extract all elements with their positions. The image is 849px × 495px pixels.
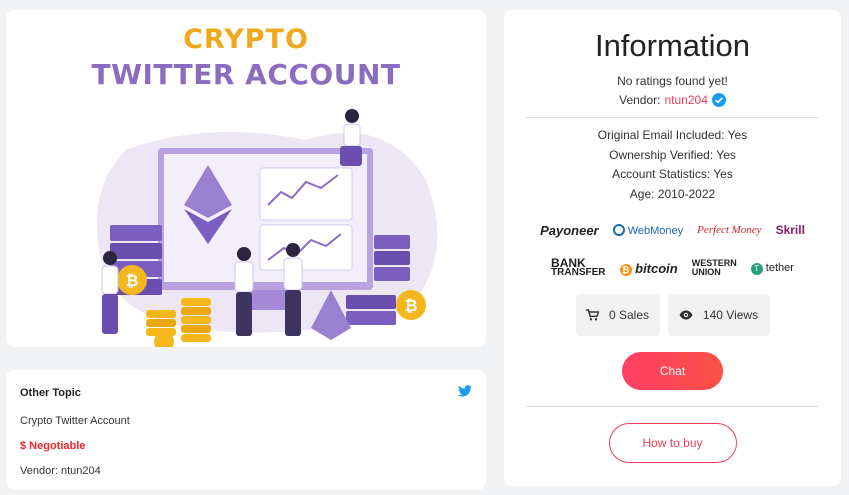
vendor-row: Vendor: ntun204 — [504, 93, 841, 107]
svg-text:₿: ₿ — [125, 271, 138, 290]
topic-title: Crypto Twitter Account — [20, 415, 130, 427]
payoneer-logo: Payoneer — [540, 222, 599, 238]
verified-badge-icon — [711, 93, 726, 107]
attribute-item: Age: 2010-2022 — [629, 186, 716, 201]
chat-button[interactable]: Chat — [622, 352, 723, 391]
tether-icon: T — [750, 262, 763, 275]
topic-card: Other Topic Crypto Twitter Account $ Neg… — [6, 370, 486, 490]
attribute-list: Original Email Included: Yes Ownership V… — [504, 126, 841, 204]
webmoney-logo: WebMoney — [612, 223, 683, 237]
topic-vendor: Vendor: ntun204 — [20, 465, 101, 477]
webmoney-icon — [612, 223, 625, 236]
cart-icon — [585, 309, 599, 321]
topic-category: Other Topic — [20, 387, 81, 399]
eye-icon — [679, 310, 693, 320]
bank-transfer-logo: BANK TRANSFER — [551, 256, 606, 279]
banner-title-crypto: CRYPTO — [183, 24, 309, 55]
sales-count: 0 Sales — [608, 308, 650, 323]
information-panel: Information No ratings found yet! Vendor… — [504, 10, 841, 486]
bitcoin-icon: ₿ — [619, 263, 632, 276]
how-to-buy-button[interactable]: How to buy — [608, 423, 737, 464]
information-heading: Information — [594, 28, 751, 63]
product-banner: CRYPTO TWITTER ACCOUNT ₿ ₿ — [6, 10, 486, 347]
sales-stat: 0 Sales — [575, 294, 660, 337]
bitcoin-logo: ₿ bitcoin — [619, 261, 678, 276]
perfect-money-logo: Perfect Money — [697, 224, 762, 237]
crypto-illustration: ₿ ₿ — [96, 109, 438, 347]
attribute-item: Ownership Verified: Yes — [609, 147, 736, 162]
divider — [526, 117, 819, 118]
views-count: 140 Views — [702, 308, 759, 323]
divider — [526, 406, 819, 408]
vendor-label: Vendor: — [619, 93, 661, 107]
twitter-icon[interactable] — [458, 384, 472, 402]
payment-methods: Payoneer WebMoney Perfect Money Skrill B… — [504, 218, 841, 280]
topic-price: $ Negotiable — [20, 440, 86, 452]
ratings-text: No ratings found yet! — [617, 74, 728, 88]
tether-logo: T tether — [750, 262, 794, 275]
attribute-item: Original Email Included: Yes — [597, 128, 748, 142]
svg-text:₿: ₿ — [404, 296, 417, 315]
views-stat: 140 Views — [667, 294, 770, 337]
attribute-item: Account Statistics: Yes — [612, 167, 733, 182]
vendor-link[interactable]: ntun204 — [664, 93, 707, 107]
western-union-logo: WESTERN UNION — [691, 258, 737, 278]
stats-row: 0 Sales 140 Views — [504, 294, 841, 337]
banner-title-twitter-account: TWITTER ACCOUNT — [91, 58, 401, 91]
skrill-logo: Skrill — [775, 223, 805, 238]
